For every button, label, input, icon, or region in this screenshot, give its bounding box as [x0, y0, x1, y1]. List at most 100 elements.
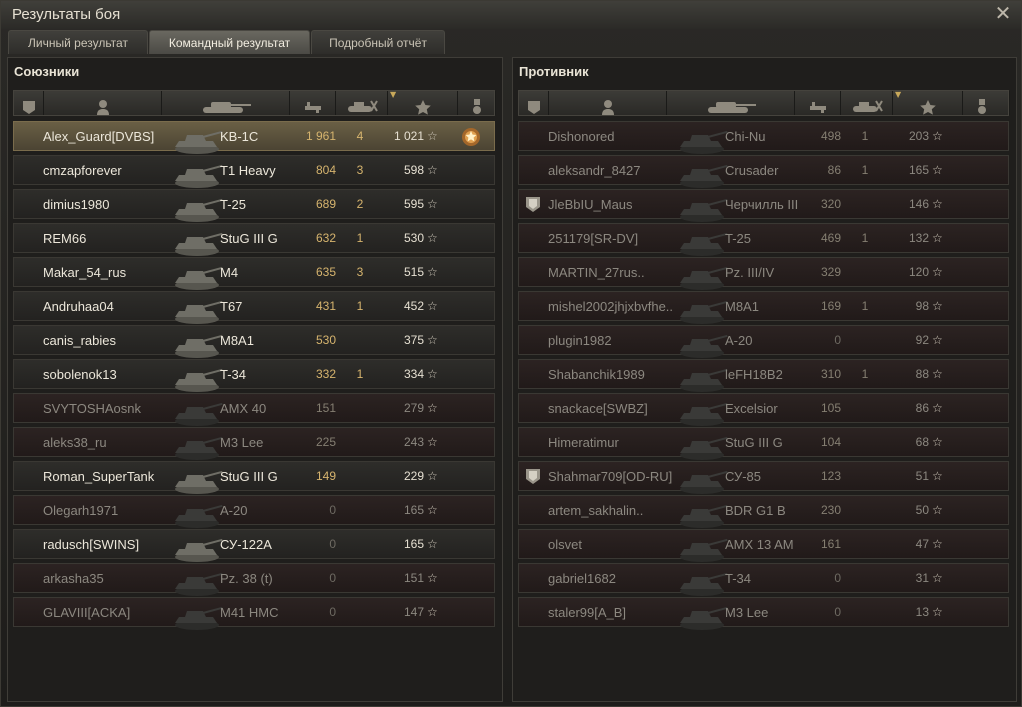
xp-star-icon: ☆ [932, 503, 943, 517]
player-row[interactable]: Shahmar709[OD-RU] СУ-85 123 51 ☆ [518, 461, 1009, 494]
enemies-header-damage[interactable] [795, 91, 841, 115]
tank-icon [676, 435, 728, 461]
player-row[interactable]: dimius1980 T-25 689 2 595 ☆ [13, 189, 495, 222]
enemies-header-medal[interactable] [963, 91, 1010, 115]
player-row[interactable]: canis_rabies M8A1 530 375 ☆ [13, 325, 495, 358]
player-row[interactable]: arkasha35 Pz. 38 (t) 0 151 ☆ [13, 563, 495, 596]
tank-icon [171, 299, 223, 325]
damage-value: 0 [329, 605, 336, 619]
player-row[interactable]: Makar_54_rus M4 635 3 515 ☆ [13, 257, 495, 290]
enemies-header-platoon[interactable] [519, 91, 549, 115]
xp-star-icon: ☆ [427, 605, 438, 619]
xp-value: 1 021 [393, 129, 424, 143]
tab-personal-result[interactable]: Личный результат [8, 30, 148, 54]
player-row[interactable]: snackace[SWBZ] Excelsior 105 86 ☆ [518, 393, 1009, 426]
player-row[interactable]: mishel2002jhjxbvfhe.. M8A1 169 1 98 ☆ [518, 291, 1009, 324]
xp-star-icon: ☆ [427, 367, 438, 381]
player-row[interactable]: plugin1982 A-20 0 92 ☆ [518, 325, 1009, 358]
player-row[interactable]: SVYTOSHAosnk AMX 40 151 279 ☆ [13, 393, 495, 426]
damage-value: 0 [329, 571, 336, 585]
damage-value: 104 [820, 435, 841, 449]
damage-value: 0 [834, 605, 841, 619]
tank-icon [676, 299, 728, 325]
allies-header-player[interactable] [44, 91, 162, 115]
damage-value: 0 [834, 571, 841, 585]
vehicle-name: AMX 40 [220, 401, 267, 416]
damage-value: 530 [315, 333, 336, 347]
enemies-header-xp[interactable]: ▼ [893, 90, 963, 115]
player-row[interactable]: Andruhaa04 T67 431 1 452 ☆ [13, 291, 495, 324]
vehicle-name: leFH18B2 [725, 367, 783, 382]
player-row[interactable]: Olegarh1971 A-20 0 165 ☆ [13, 495, 495, 528]
player-name: MARTIN_27rus.. [548, 265, 645, 280]
vehicle-name: T-34 [725, 571, 752, 586]
tab-detailed-report[interactable]: Подробный отчёт [311, 30, 445, 54]
damage-value: 151 [315, 401, 336, 415]
tank-icon [676, 163, 728, 189]
tab-team-result[interactable]: Командный результат [149, 30, 310, 54]
close-icon[interactable]: ✕ [994, 3, 1012, 23]
player-row[interactable]: staler99[A_B] M3 Lee 0 13 ☆ [518, 597, 1009, 630]
xp-star-icon: ☆ [932, 537, 943, 551]
allies-header-damage[interactable] [290, 91, 336, 115]
player-row[interactable]: olsvet AMX 13 AM 161 47 ☆ [518, 529, 1009, 562]
player-row[interactable]: Himeratimur StuG III G 104 68 ☆ [518, 427, 1009, 460]
enemies-header-player[interactable] [549, 91, 667, 115]
xp-value: 334 [403, 367, 424, 381]
player-row[interactable]: sobolenok13 T-34 332 1 334 ☆ [13, 359, 495, 392]
kills-value: 1 [861, 231, 869, 245]
player-row[interactable]: 251179[SR-DV] T-25 469 1 132 ☆ [518, 223, 1009, 256]
player-row[interactable]: MARTIN_27rus.. Pz. III/IV 329 120 ☆ [518, 257, 1009, 290]
player-row[interactable]: Alex_Guard[DVBS] KB-1C 1 961 4 1 021 ☆ [13, 121, 495, 154]
player-row[interactable]: GLAVIII[ACKA] M41 HMC 0 147 ☆ [13, 597, 495, 630]
player-row[interactable]: Roman_SuperTank StuG III G 149 229 ☆ [13, 461, 495, 494]
player-name: artem_sakhalin.. [548, 503, 644, 518]
enemies-header-kills[interactable] [841, 91, 893, 115]
player-name: gabriel1682 [548, 571, 616, 586]
player-row[interactable]: REM66 StuG III G 632 1 530 ☆ [13, 223, 495, 256]
player-row[interactable]: gabriel1682 T-34 0 31 ☆ [518, 563, 1009, 596]
player-row[interactable]: JleBbIU_Maus Черчилль III 320 146 ☆ [518, 189, 1009, 222]
xp-star-icon: ☆ [932, 231, 943, 245]
xp-value: 86 [915, 401, 929, 415]
allies-header-tank[interactable] [162, 91, 290, 115]
xp-star-icon: ☆ [932, 163, 943, 177]
kills-value: 3 [356, 163, 364, 177]
enemies-header-tank[interactable] [667, 91, 795, 115]
tank-icon [171, 333, 223, 359]
player-name: Olegarh1971 [43, 503, 119, 518]
damage-value: 635 [315, 265, 336, 279]
medal-icon[interactable] [460, 126, 482, 148]
allies-header-xp[interactable]: ▼ [388, 90, 458, 115]
tank-icon [676, 367, 728, 393]
xp-star-icon: ☆ [932, 571, 943, 585]
tank-icon [676, 231, 728, 257]
player-row[interactable]: aleks38_ru M3 Lee 225 243 ☆ [13, 427, 495, 460]
tank-icon [676, 129, 728, 155]
xp-value: 515 [403, 265, 424, 279]
tank-icon [171, 265, 223, 291]
kills-value: 1 [356, 367, 364, 381]
allies-header-platoon[interactable] [14, 91, 44, 115]
tank-icon [171, 163, 223, 189]
xp-value: 147 [403, 605, 424, 619]
vehicle-name: Excelsior [725, 401, 778, 416]
player-name: radusch[SWINS] [43, 537, 140, 552]
player-name: Dishonored [548, 129, 615, 144]
player-row[interactable]: cmzapforever T1 Heavy 804 3 598 ☆ [13, 155, 495, 188]
allies-header-medal[interactable] [458, 91, 496, 115]
allies-header-kills[interactable] [336, 91, 388, 115]
player-row[interactable]: Shabanchik1989 leFH18B2 310 1 88 ☆ [518, 359, 1009, 392]
xp-value: 31 [915, 571, 929, 585]
player-row[interactable]: radusch[SWINS] СУ-122А 0 165 ☆ [13, 529, 495, 562]
tank-icon [676, 401, 728, 427]
enemies-title: Противник [519, 64, 589, 79]
player-row[interactable]: aleksandr_8427 Crusader 86 1 165 ☆ [518, 155, 1009, 188]
player-row[interactable]: artem_sakhalin.. BDR G1 B 230 50 ☆ [518, 495, 1009, 528]
tank-icon [171, 367, 223, 393]
damage-value: 225 [315, 435, 336, 449]
kills-value: 1 [861, 367, 869, 381]
player-row[interactable]: Dishonored Chi-Nu 498 1 203 ☆ [518, 121, 1009, 154]
player-name: snackace[SWBZ] [548, 401, 648, 416]
enemies-column-header: ▼ [518, 90, 1010, 116]
